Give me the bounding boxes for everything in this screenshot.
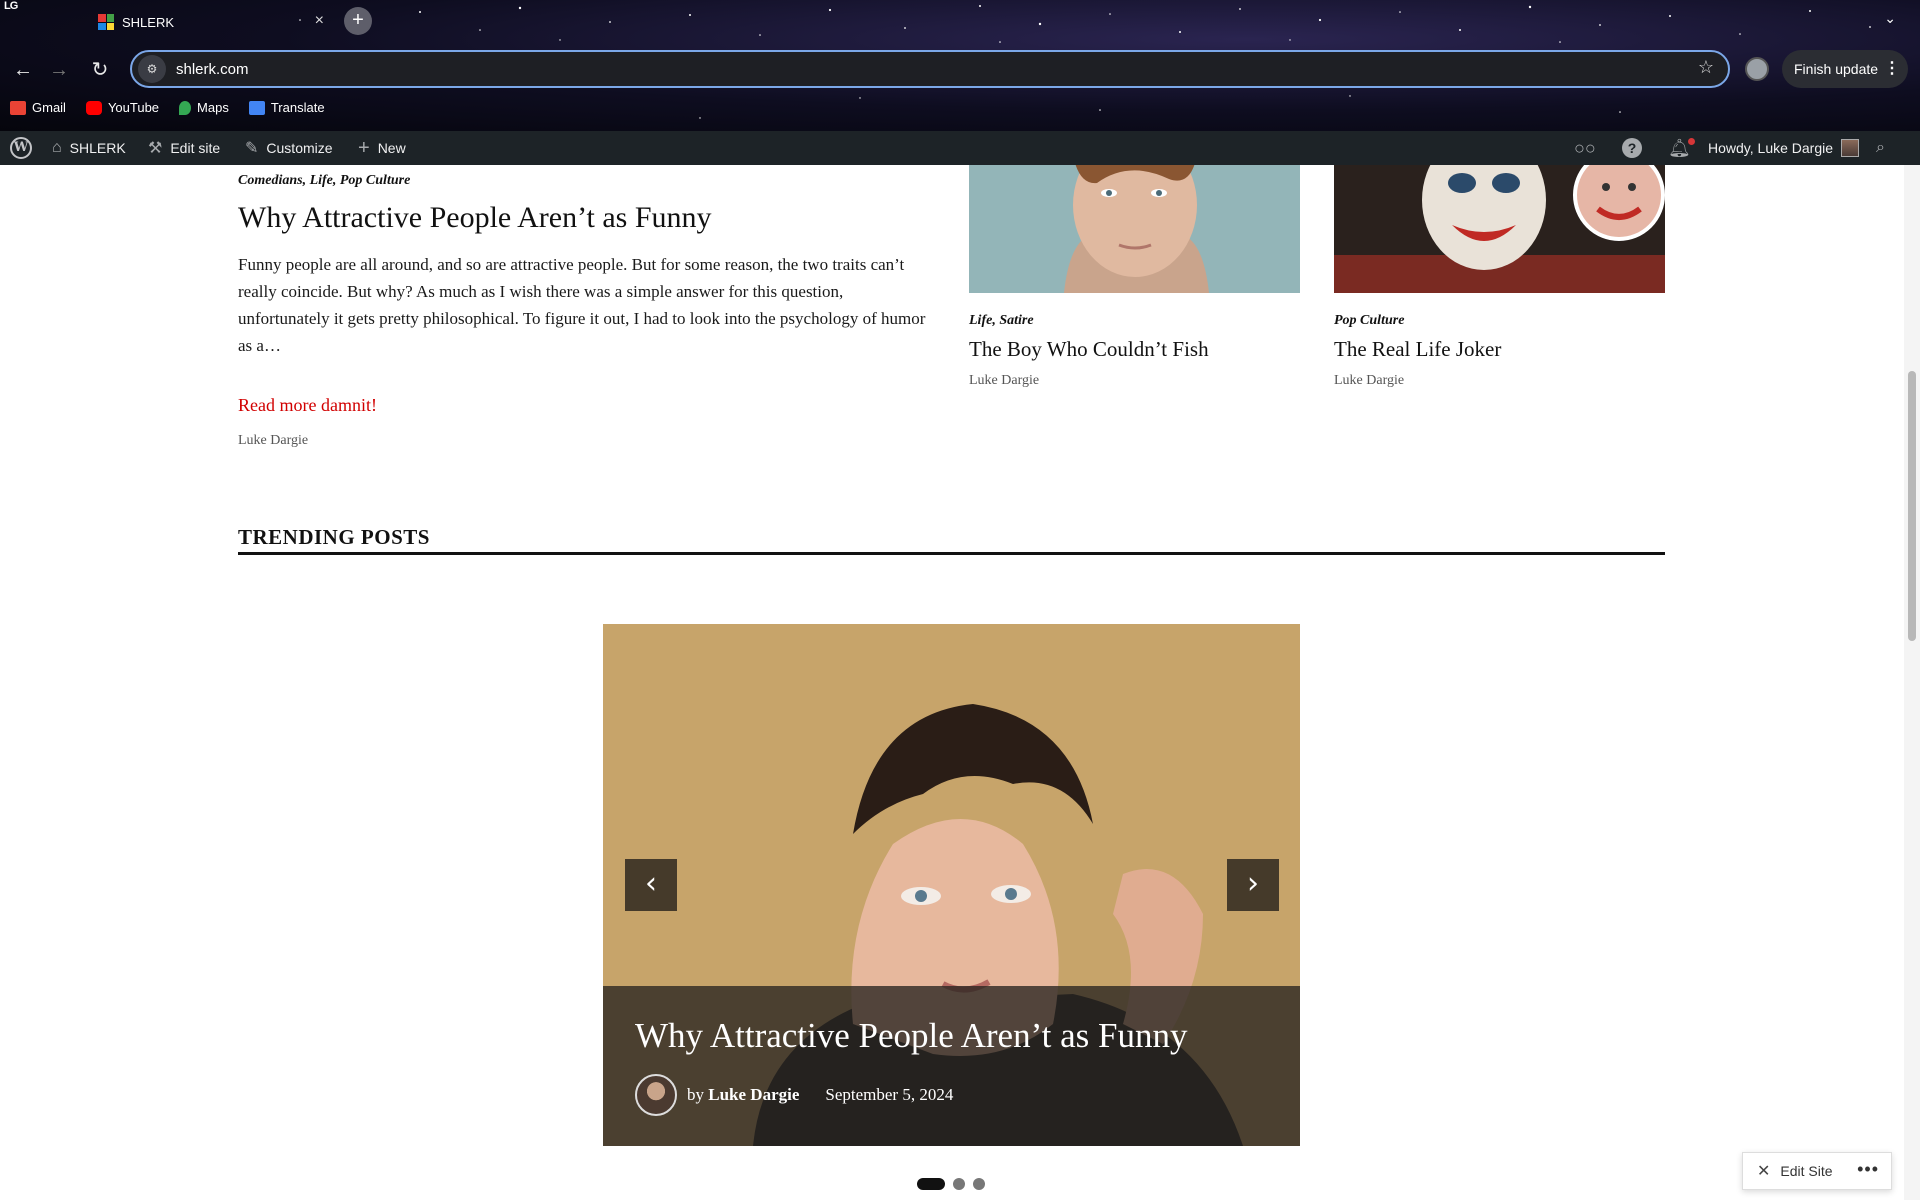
side-post-title[interactable]: The Real Life Joker bbox=[1334, 337, 1501, 362]
avatar bbox=[1841, 139, 1860, 157]
floating-edit-site-label: Edit Site bbox=[1780, 1163, 1833, 1179]
brush-icon: ✎ bbox=[245, 140, 259, 157]
bookmarks-bar: Gmail YouTube Maps Translate bbox=[10, 100, 325, 115]
page-scrollbar[interactable] bbox=[1904, 165, 1920, 1200]
admin-search-icon[interactable]: ⌕ bbox=[1876, 131, 1885, 165]
admin-new-label: New bbox=[377, 140, 406, 156]
admin-new[interactable]: + New bbox=[358, 131, 406, 165]
howdy-text: Howdy, Luke Dargie bbox=[1708, 140, 1834, 156]
section-divider bbox=[238, 552, 1665, 555]
bookmark-label: Translate bbox=[270, 100, 325, 115]
url-text[interactable]: shlerk.com bbox=[176, 61, 249, 78]
youtube-icon bbox=[85, 100, 102, 115]
bookmark-translate[interactable]: Translate bbox=[248, 100, 325, 115]
forward-button[interactable]: → bbox=[45, 56, 73, 84]
boy-portrait-image bbox=[969, 165, 1300, 293]
wp-admin-bar: W ⌂ SHLERK ⚒ Edit site ✎ Customize + New… bbox=[0, 131, 1920, 165]
bookmark-star-icon[interactable]: ☆ bbox=[1698, 57, 1714, 78]
gmail-icon bbox=[10, 100, 26, 115]
side-post-categories[interactable]: Pop Culture bbox=[1334, 313, 1404, 329]
reader-glasses-icon[interactable]: ○○ bbox=[1574, 131, 1596, 165]
tab-close-icon[interactable]: × bbox=[315, 12, 324, 30]
trending-heading: TRENDING POSTS bbox=[238, 525, 430, 549]
admin-site-link[interactable]: ⌂ SHLERK bbox=[52, 131, 126, 165]
finish-update-button[interactable]: Finish update ⋮ bbox=[1782, 50, 1908, 88]
slider-prev-button[interactable]: ‹ bbox=[625, 859, 677, 911]
reload-button[interactable]: ↻ bbox=[86, 56, 114, 84]
read-more-link[interactable]: Read more damnit! bbox=[238, 395, 377, 416]
slide-meta: by Luke Dargie September 5, 2024 bbox=[635, 1074, 953, 1116]
wordpress-logo-icon[interactable]: W bbox=[10, 131, 32, 165]
browser-chrome: LG SHLERK × + ⌄ ← → ↻ ⚙ shlerk.com ☆ Fin… bbox=[0, 0, 1920, 131]
help-icon[interactable]: ? bbox=[1622, 131, 1642, 165]
bookmark-gmail[interactable]: Gmail bbox=[10, 100, 66, 115]
featured-post-categories[interactable]: Comedians, Life, Pop Culture bbox=[238, 173, 410, 189]
bookmark-youtube[interactable]: YouTube bbox=[85, 100, 160, 115]
featured-post-title[interactable]: Why Attractive People Aren’t as Funny bbox=[238, 201, 712, 235]
trending-slider[interactable]: ‹ › Why Attractive People Aren’t as Funn… bbox=[603, 624, 1300, 1146]
featured-post-author[interactable]: Luke Dargie bbox=[238, 433, 308, 449]
bookmark-label: Gmail bbox=[32, 100, 66, 115]
slider-dot[interactable] bbox=[953, 1178, 965, 1190]
side-post-author[interactable]: Luke Dargie bbox=[969, 373, 1039, 389]
bookmark-label: YouTube bbox=[107, 100, 160, 115]
side-post-author[interactable]: Luke Dargie bbox=[1334, 373, 1404, 389]
author-avatar[interactable] bbox=[635, 1074, 677, 1116]
slide-caption: Why Attractive People Aren’t as Funny by… bbox=[603, 986, 1300, 1146]
post-thumbnail-boy[interactable] bbox=[969, 165, 1300, 293]
slide-by: by bbox=[687, 1085, 704, 1104]
maps-icon bbox=[179, 100, 192, 115]
profile-avatar-icon[interactable] bbox=[1745, 57, 1769, 81]
finish-update-label: Finish update bbox=[1794, 61, 1879, 77]
admin-customize-label: Customize bbox=[266, 140, 333, 156]
slider-dot[interactable] bbox=[973, 1178, 985, 1190]
admin-edit-site-label: Edit site bbox=[170, 140, 221, 156]
slider-dot[interactable] bbox=[917, 1178, 945, 1190]
address-bar[interactable]: ⚙ shlerk.com ☆ bbox=[130, 50, 1730, 88]
floating-edit-site[interactable]: ✕ Edit Site ••• bbox=[1742, 1152, 1892, 1190]
slide-author[interactable]: Luke Dargie bbox=[708, 1085, 799, 1105]
home-icon: ⌂ bbox=[52, 139, 62, 156]
slide-title[interactable]: Why Attractive People Aren’t as Funny bbox=[635, 1016, 1187, 1056]
side-post-title[interactable]: The Boy Who Couldn’t Fish bbox=[969, 337, 1209, 362]
browser-menu-icon[interactable]: ⋮ bbox=[1884, 58, 1900, 78]
bookmark-label: Maps bbox=[197, 100, 229, 115]
slider-next-button[interactable]: › bbox=[1227, 859, 1279, 911]
page-content: Comedians, Life, Pop Culture Why Attract… bbox=[0, 165, 1904, 1200]
new-tab-button[interactable]: + bbox=[344, 7, 372, 35]
featured-post-excerpt: Funny people are all around, and so are … bbox=[238, 255, 926, 355]
slide-date: September 5, 2024 bbox=[825, 1085, 954, 1104]
hammer-icon: ⚒ bbox=[148, 140, 163, 157]
admin-edit-site[interactable]: ⚒ Edit site bbox=[148, 131, 220, 165]
notifications-bell-icon[interactable]: 🔔︎ bbox=[1668, 131, 1695, 165]
admin-customize[interactable]: ✎ Customize bbox=[245, 131, 333, 165]
browser-tab[interactable]: SHLERK × bbox=[88, 8, 332, 36]
scrollbar-thumb[interactable] bbox=[1908, 371, 1916, 641]
more-options-icon[interactable]: ••• bbox=[1857, 1159, 1879, 1180]
slider-pagination bbox=[917, 1178, 985, 1190]
admin-site-name: SHLERK bbox=[69, 140, 126, 156]
post-thumbnail-joker[interactable] bbox=[1334, 165, 1665, 293]
tab-title: SHLERK bbox=[122, 14, 175, 30]
bookmark-maps[interactable]: Maps bbox=[179, 100, 229, 115]
translate-icon bbox=[248, 100, 265, 115]
back-button[interactable]: ← bbox=[9, 56, 37, 84]
tab-search-icon[interactable]: ⌄ bbox=[1884, 10, 1896, 27]
site-favicon-icon bbox=[98, 14, 114, 30]
chrome-logo: LG bbox=[4, 0, 18, 12]
joker-image bbox=[1334, 165, 1665, 293]
tools-icon: ✕ bbox=[1757, 1163, 1771, 1180]
side-post-categories[interactable]: Life, Satire bbox=[969, 313, 1034, 329]
admin-account[interactable]: Howdy, Luke Dargie bbox=[1708, 131, 1860, 165]
plus-icon: + bbox=[358, 136, 370, 159]
site-info-icon[interactable]: ⚙ bbox=[138, 55, 166, 83]
